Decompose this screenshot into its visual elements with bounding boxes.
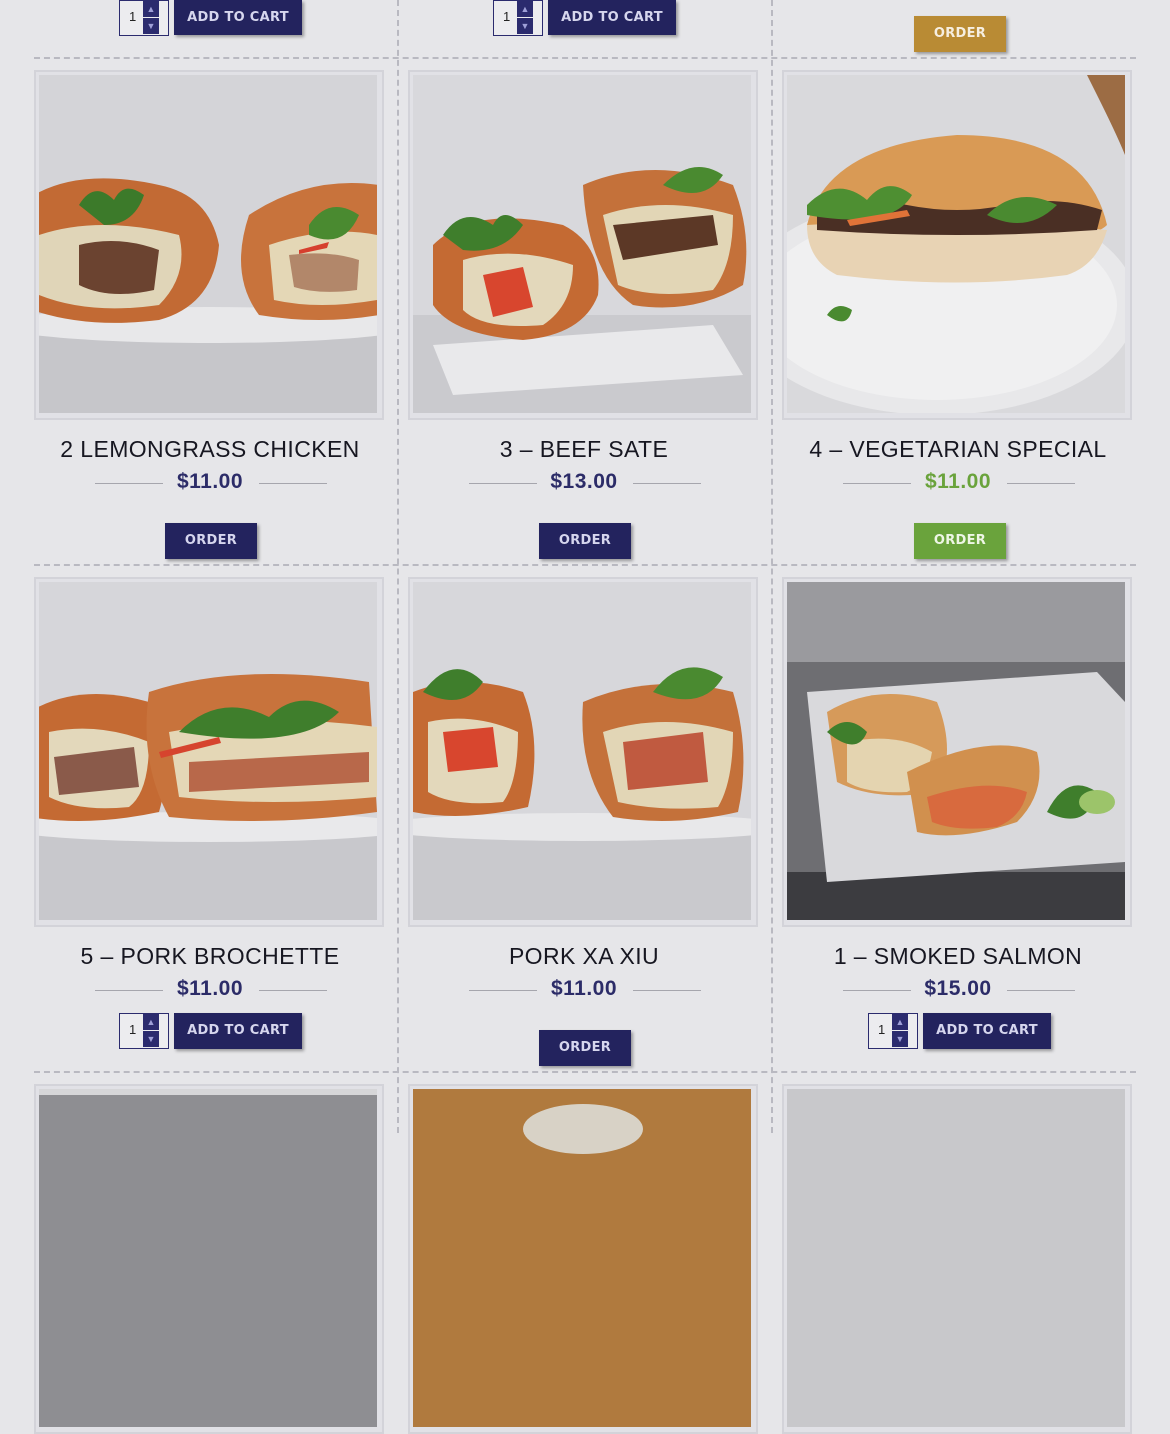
- quantity-value: 1: [129, 1022, 137, 1037]
- product-photo-pork-brochette[interactable]: [39, 582, 377, 920]
- product-photo-pork-xa-xiu[interactable]: [413, 582, 751, 920]
- product-title[interactable]: 2 LEMONGRASS CHICKEN: [23, 436, 397, 463]
- price-row: $15.00: [771, 977, 1145, 1003]
- product-photo-lemongrass-chicken[interactable]: [39, 75, 377, 413]
- product-image-frame: [34, 577, 384, 927]
- chevron-up-icon[interactable]: ▲: [143, 1014, 159, 1030]
- product-image-frame: [34, 1084, 384, 1434]
- order-button[interactable]: ORDER: [914, 523, 1006, 559]
- order-button[interactable]: ORDER: [914, 16, 1006, 52]
- order-button[interactable]: ORDER: [539, 523, 631, 559]
- product-title[interactable]: PORK XA XIU: [397, 943, 771, 970]
- product-image-frame: [782, 1084, 1132, 1434]
- quantity-stepper[interactable]: 1 ▲ ▼: [119, 1013, 169, 1049]
- order-button[interactable]: ORDER: [165, 523, 257, 559]
- product-title[interactable]: 5 – PORK BROCHETTE: [23, 943, 397, 970]
- chevron-up-icon[interactable]: ▲: [517, 1, 533, 17]
- row-divider: [34, 564, 1136, 566]
- product-price: $11.00: [924, 470, 992, 493]
- chevron-up-icon[interactable]: ▲: [143, 1, 159, 17]
- product-image-frame: [34, 70, 384, 420]
- chevron-down-icon[interactable]: ▼: [892, 1031, 908, 1047]
- quantity-value: 1: [878, 1022, 886, 1037]
- product-image-frame: [782, 70, 1132, 420]
- product-price: $15.00: [924, 977, 992, 1000]
- product-title[interactable]: 1 – SMOKED SALMON: [771, 943, 1145, 970]
- quantity-value: 1: [503, 9, 511, 24]
- product-title[interactable]: 4 – VEGETARIAN SPECIAL: [771, 436, 1145, 463]
- price-row: $13.00: [397, 470, 771, 496]
- price-row: $11.00: [397, 977, 771, 1003]
- add-to-cart-button[interactable]: ADD TO CART: [548, 0, 676, 35]
- product-photo-vegetarian-special[interactable]: [787, 75, 1125, 413]
- add-to-cart-button[interactable]: ADD TO CART: [174, 1013, 302, 1049]
- order-button[interactable]: ORDER: [539, 1030, 631, 1066]
- row-divider: [34, 1071, 1136, 1073]
- product-image-frame: [408, 577, 758, 927]
- product-photo[interactable]: [39, 1089, 377, 1427]
- chevron-down-icon[interactable]: ▼: [143, 1031, 159, 1047]
- add-to-cart-button[interactable]: ADD TO CART: [923, 1013, 1051, 1049]
- product-photo[interactable]: [413, 1089, 751, 1427]
- product-title[interactable]: 3 – BEEF SATE: [397, 436, 771, 463]
- quantity-stepper[interactable]: 1 ▲ ▼: [868, 1013, 918, 1049]
- chevron-down-icon[interactable]: ▼: [517, 18, 533, 34]
- product-photo-smoked-salmon[interactable]: [787, 582, 1125, 920]
- product-price: $11.00: [176, 977, 244, 1000]
- quantity-stepper[interactable]: 1 ▲ ▼: [493, 0, 543, 36]
- product-photo-beef-sate[interactable]: [413, 75, 751, 413]
- quantity-value: 1: [129, 9, 137, 24]
- product-photo[interactable]: [787, 1089, 1125, 1427]
- product-image-frame: [408, 1084, 758, 1434]
- product-price: $13.00: [550, 470, 618, 493]
- price-row: $11.00: [771, 470, 1145, 496]
- price-row: $11.00: [23, 470, 397, 496]
- product-image-frame: [782, 577, 1132, 927]
- row-divider: [34, 57, 1136, 59]
- chevron-up-icon[interactable]: ▲: [892, 1014, 908, 1030]
- product-price: $11.00: [176, 470, 244, 493]
- quantity-stepper[interactable]: 1 ▲ ▼: [119, 0, 169, 36]
- product-price: $11.00: [550, 977, 618, 1000]
- add-to-cart-button[interactable]: ADD TO CART: [174, 0, 302, 35]
- product-image-frame: [408, 70, 758, 420]
- chevron-down-icon[interactable]: ▼: [143, 18, 159, 34]
- price-row: $11.00: [23, 977, 397, 1003]
